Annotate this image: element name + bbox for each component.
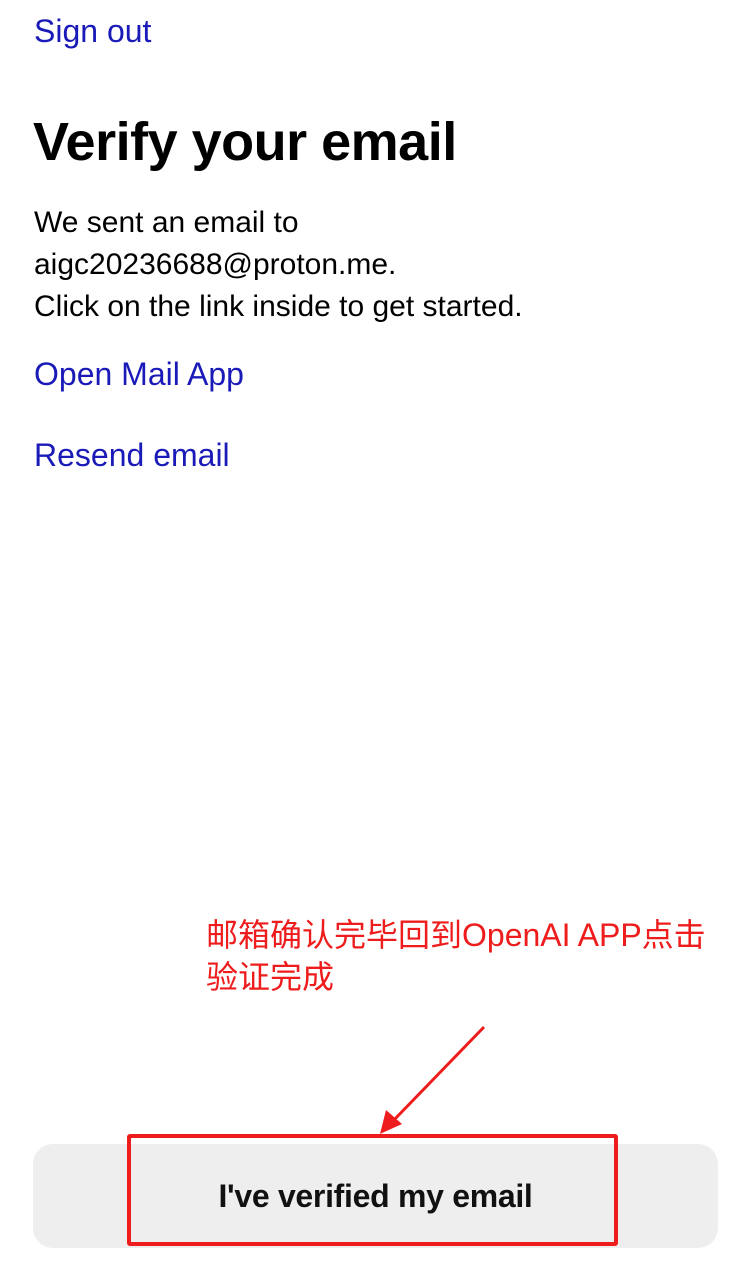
page-title: Verify your email [33, 112, 457, 172]
message-email: aigc20236688@proton.me. [34, 248, 397, 281]
annotation-line: 邮箱确认完毕回到OpenAI APP点击 [206, 917, 706, 953]
annotation-line: 验证完成 [206, 959, 335, 995]
open-mail-app-link[interactable]: Open Mail App [34, 355, 244, 393]
message-line: We sent an email to [34, 206, 299, 239]
sign-out-link[interactable]: Sign out [34, 12, 151, 50]
message-line: Click on the link inside to get started. [34, 290, 523, 323]
verified-email-button-label: I've verified my email [218, 1177, 533, 1214]
verification-message: We sent an email to aigc20236688@proton.… [34, 202, 523, 328]
arrow-head [380, 1110, 402, 1134]
annotation-arrow-icon [380, 1025, 486, 1134]
verified-email-button[interactable]: I've verified my email [33, 1144, 718, 1248]
resend-email-link[interactable]: Resend email [34, 436, 230, 474]
arrow-shaft [390, 1025, 486, 1124]
annotation-note: 邮箱确认完毕回到OpenAI APP点击 验证完成 [206, 914, 746, 998]
